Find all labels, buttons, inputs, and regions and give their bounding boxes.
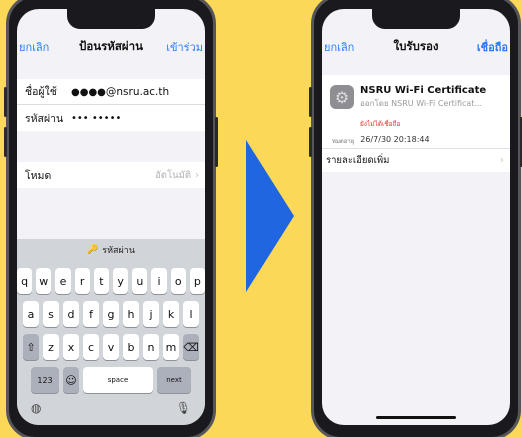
nav-bar: ยกเลิก ป้อนรหัสผ่าน เข้าร่วม [17,31,205,63]
key-s[interactable]: s [43,301,59,327]
username-field[interactable]: ●●●●@nsru.ac.th [71,86,169,98]
key-l[interactable]: l [183,301,199,327]
keyboard-bottom-bar: ◍ 🎙 [17,393,205,415]
certificate-card: ⚙ NSRU Wi-Fi Certificate ออกโดย NSRU Wi-… [322,75,510,152]
shift-icon: ⇧ [26,340,36,354]
key-n[interactable]: n [143,334,159,360]
keyboard-row-1: q w e r t y u i o p [17,268,205,294]
key-w[interactable]: w [36,268,52,294]
more-details-label: รายละเอียดเพิ่ม [326,155,390,166]
password-field[interactable]: ••• ••••• [71,113,121,124]
key-x[interactable]: x [63,334,79,360]
expiry-value: 26/7/30 20:18:44 [360,135,430,144]
delete-key[interactable]: ⌫ [183,334,199,360]
key-q[interactable]: q [17,268,33,294]
keyboard-row-3: ⇧ z x c v b n m ⌫ [17,334,205,360]
key-i[interactable]: i [151,268,167,294]
shift-key[interactable]: ⇧ [23,334,39,360]
key-r[interactable]: r [74,268,90,294]
certificate-screen: ยกเลิก ใบรับรอง เชื่อถือ ⚙ NSRU Wi-Fi Ce… [322,9,510,425]
expiry-label: หมดอายุ [332,138,355,145]
emoji-key[interactable]: ☺ [63,367,79,393]
keyboard-bar-label[interactable]: รหัสผ่าน [102,243,135,257]
key-o[interactable]: o [170,268,186,294]
key-b[interactable]: b [123,334,139,360]
key-d[interactable]: d [63,301,79,327]
chevron-right-icon: › [195,169,199,181]
mode-row[interactable]: โหมด อัตโนมัติ › [17,162,205,188]
mode-card: โหมด อัตโนมัติ › [17,162,205,188]
mode-value: อัตโนมัติ [155,169,191,181]
emoji-icon: ☺ [65,373,77,387]
key-c[interactable]: c [83,334,99,360]
keyboard: 🔑 รหัสผ่าน q w e r t y u i o p a s d f g [17,239,205,425]
microphone-icon[interactable]: 🎙 [176,401,191,415]
keyboard-suggestion-bar: 🔑 รหัสผ่าน [17,239,205,261]
home-indicator [376,416,456,419]
page-title: ป้อนรหัสผ่าน [79,39,143,53]
key-y[interactable]: y [113,268,129,294]
key-j[interactable]: j [143,301,159,327]
keyboard-row-4: 123 ☺ space next [17,367,205,393]
key-k[interactable]: k [163,301,179,327]
certificate-issuer: ออกโดย NSRU Wi-Fi Certificat... [360,99,483,108]
key-u[interactable]: u [132,268,148,294]
more-details-row[interactable]: รายละเอียดเพิ่ม › [322,148,510,172]
notch [67,7,155,29]
backspace-icon: ⌫ [183,340,199,354]
nav-bar: ยกเลิก ใบรับรอง เชื่อถือ [322,31,510,63]
left-phone: ยกเลิก ป้อนรหัสผ่าน เข้าร่วม ชื่อผู้ใช้ … [4,0,218,437]
key-p[interactable]: p [189,268,205,294]
password-row[interactable]: รหัสผ่าน ••• ••••• [17,105,205,131]
page-title: ใบรับรอง [393,39,439,53]
cancel-button[interactable]: ยกเลิก [324,38,354,56]
key-a[interactable]: a [23,301,39,327]
key-f[interactable]: f [83,301,99,327]
username-row[interactable]: ชื่อผู้ใช้ ●●●●@nsru.ac.th [17,79,205,105]
password-label: รหัสผ่าน [25,112,64,125]
wifi-password-screen: ยกเลิก ป้อนรหัสผ่าน เข้าร่วม ชื่อผู้ใช้ … [17,9,205,425]
key-icon: 🔑 [87,245,99,255]
join-button[interactable]: เข้าร่วม [166,38,203,56]
space-key[interactable]: space [83,367,153,393]
trust-button[interactable]: เชื่อถือ [477,38,508,56]
certificate-name: NSRU Wi-Fi Certificate [360,85,487,96]
credentials-card: ชื่อผู้ใช้ ●●●●@nsru.ac.th รหัสผ่าน ••• … [17,79,205,131]
key-z[interactable]: z [43,334,59,360]
next-key[interactable]: next [157,367,191,393]
key-t[interactable]: t [93,268,109,294]
expiry-row: หมดอายุ 26/7/30 20:18:44 [330,135,504,146]
numbers-key[interactable]: 123 [31,367,59,393]
key-e[interactable]: e [55,268,71,294]
cancel-button[interactable]: ยกเลิก [19,38,49,56]
settings-gear-icon: ⚙ [330,85,354,109]
key-h[interactable]: h [123,301,139,327]
right-phone: ยกเลิก ใบรับรอง เชื่อถือ ⚙ NSRU Wi-Fi Ce… [309,0,522,437]
keyboard-row-2: a s d f g h j k l [17,301,205,327]
key-g[interactable]: g [103,301,119,327]
key-v[interactable]: v [103,334,119,360]
globe-icon[interactable]: ◍ [31,401,41,415]
notch [372,7,460,29]
arrow-right-icon [246,140,294,292]
chevron-right-icon: › [500,155,504,166]
username-label: ชื่อผู้ใช้ [25,86,57,98]
mode-label: โหมด [25,169,52,182]
key-m[interactable]: m [163,334,179,360]
untrusted-status: ยังไม่ได้เชื่อถือ [360,120,401,128]
